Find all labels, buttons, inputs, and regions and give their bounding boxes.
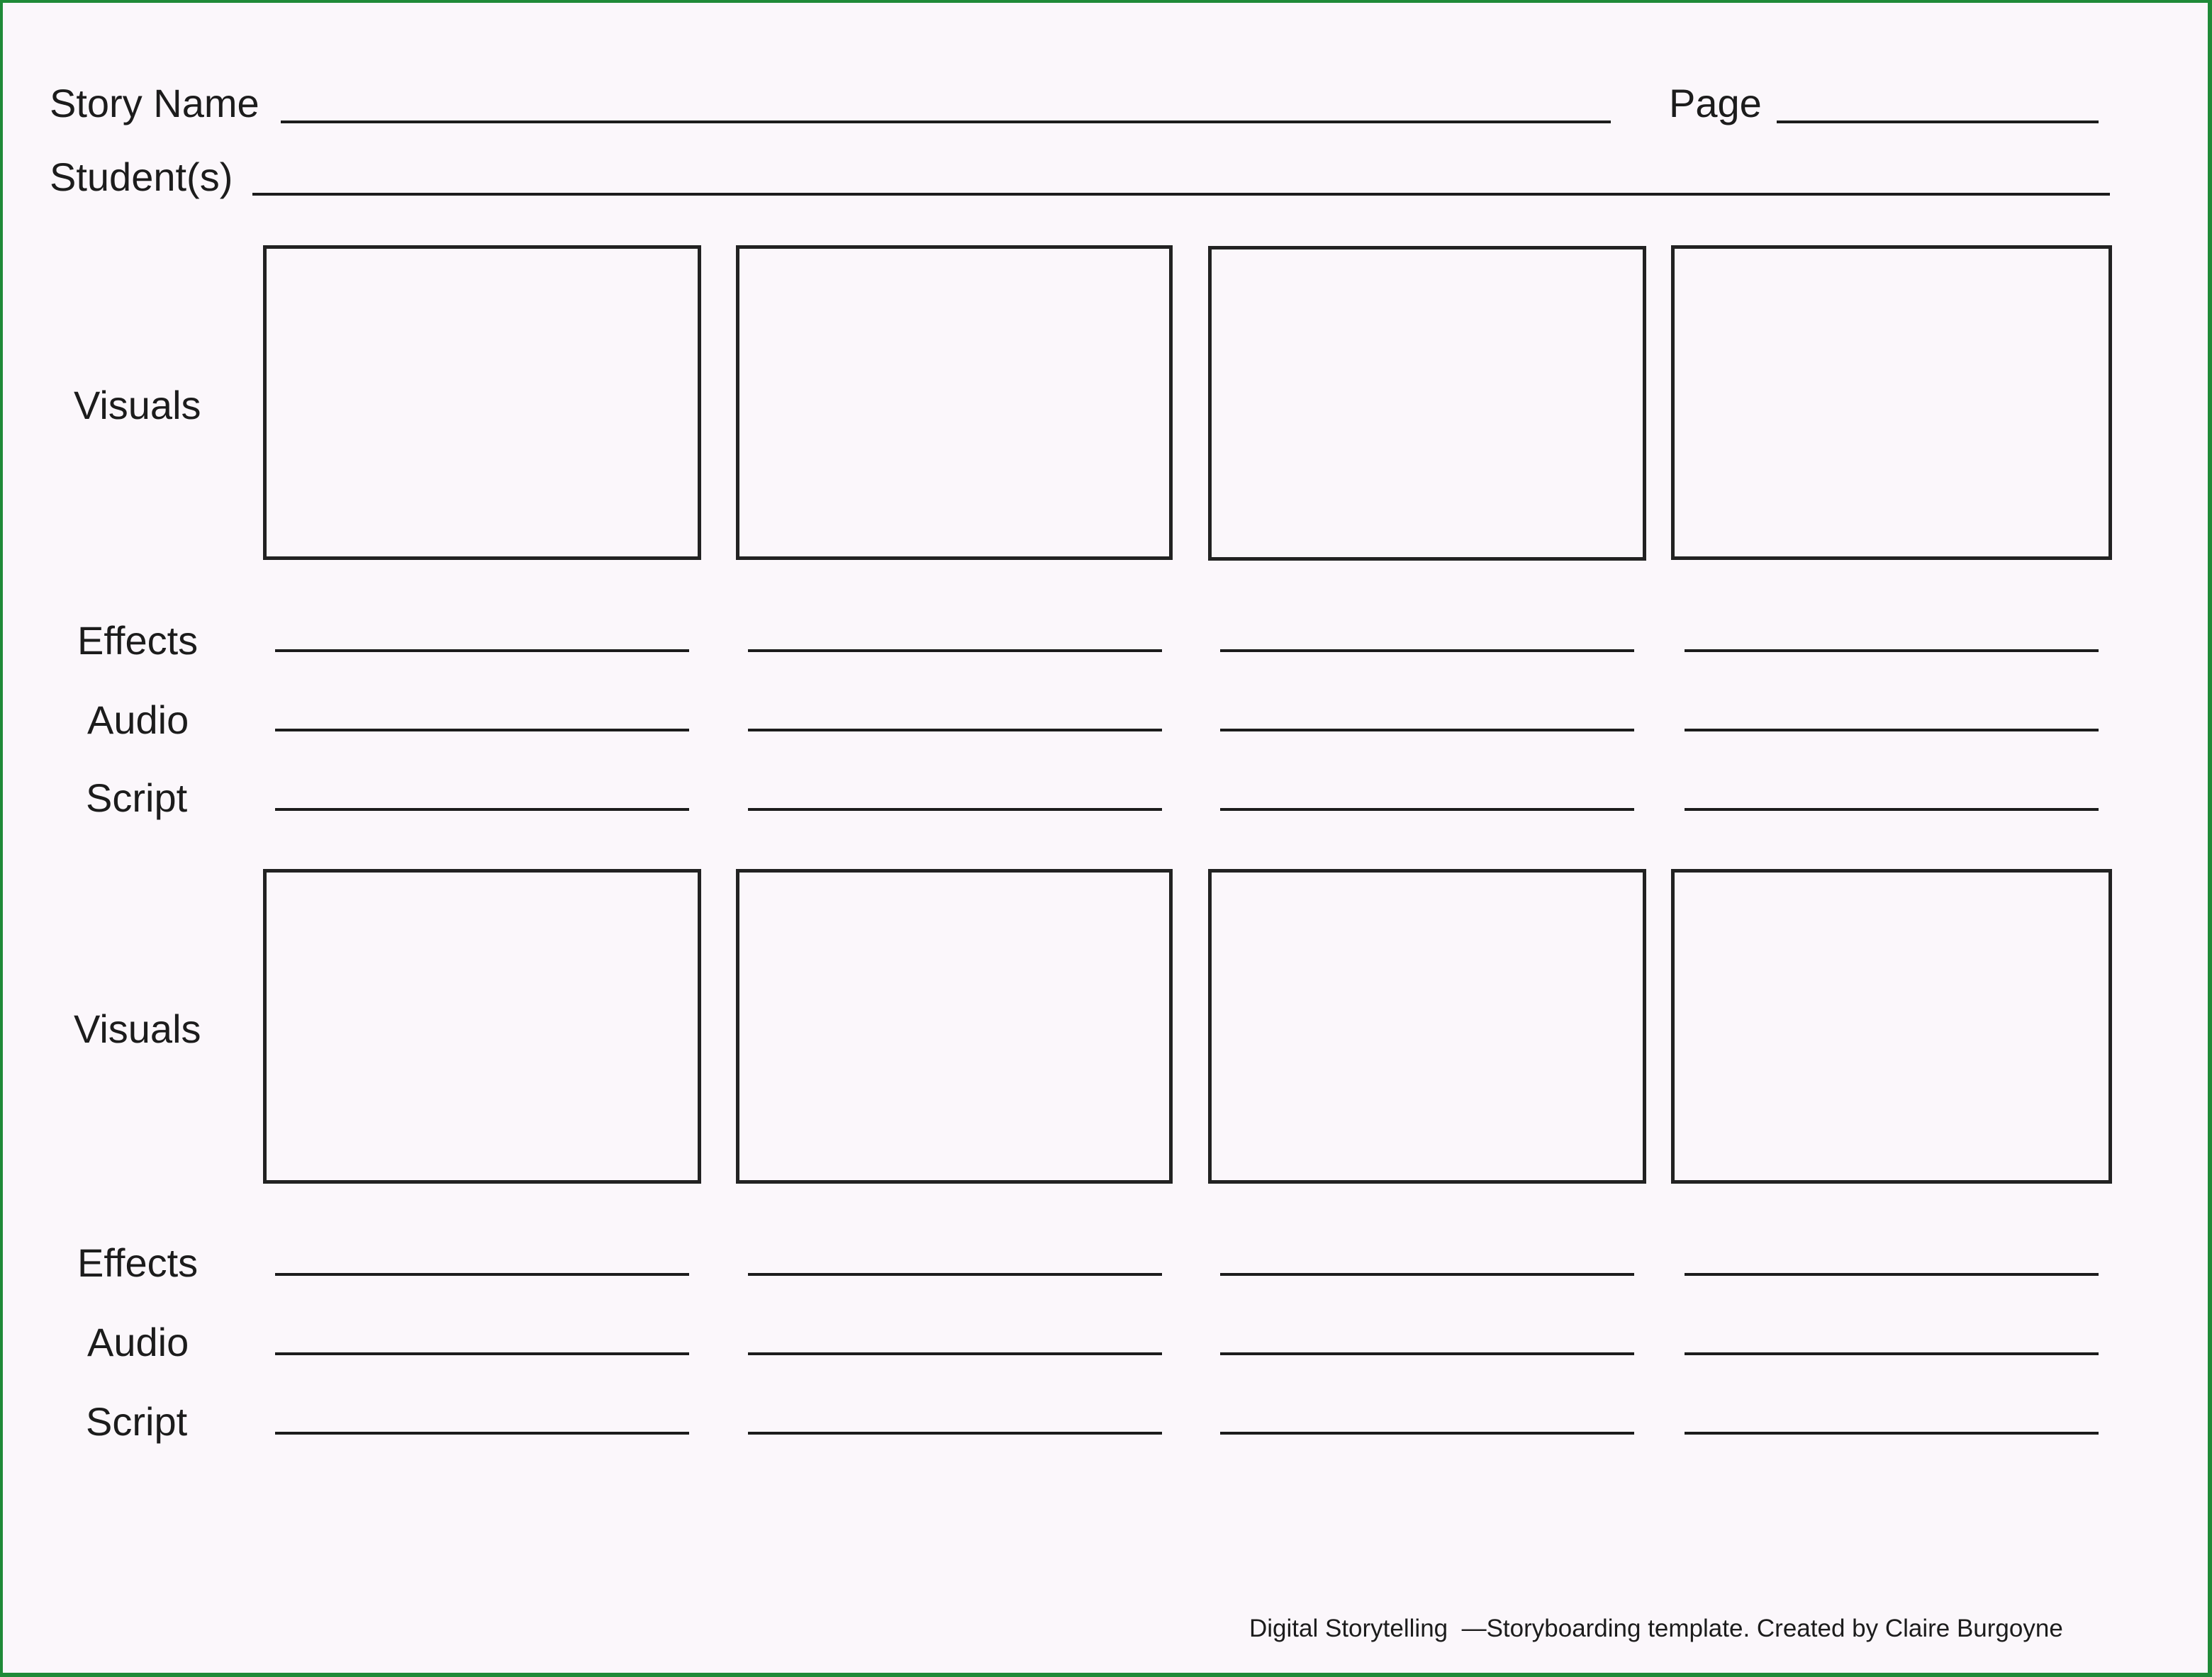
effects-field-1[interactable] bbox=[275, 649, 689, 652]
effects-field-2[interactable] bbox=[748, 649, 1162, 652]
script-label: Script bbox=[86, 775, 188, 820]
audio-label: Audio bbox=[87, 697, 189, 742]
script-field-1[interactable] bbox=[275, 808, 689, 811]
audio-field-6[interactable] bbox=[748, 1352, 1162, 1355]
audio-field-1[interactable] bbox=[275, 729, 689, 731]
effects-field-5[interactable] bbox=[275, 1273, 689, 1276]
script-field-8[interactable] bbox=[1685, 1432, 2099, 1435]
visuals-label: Visuals bbox=[74, 383, 201, 427]
effects-field-4[interactable] bbox=[1685, 649, 2099, 652]
effects-field-6[interactable] bbox=[748, 1273, 1162, 1276]
audio-field-2[interactable] bbox=[748, 729, 1162, 731]
effects-field-7[interactable] bbox=[1220, 1273, 1634, 1276]
audio-field-4[interactable] bbox=[1685, 729, 2099, 731]
story-name-field[interactable] bbox=[281, 120, 1611, 123]
visual-panel-4[interactable] bbox=[1671, 245, 2112, 560]
story-name-label: Story Name bbox=[50, 81, 259, 125]
script-field-7[interactable] bbox=[1220, 1432, 1634, 1435]
visual-panel-1[interactable] bbox=[263, 245, 701, 560]
audio-field-5[interactable] bbox=[275, 1352, 689, 1355]
page-number-field[interactable] bbox=[1777, 120, 2099, 123]
script-field-4[interactable] bbox=[1685, 808, 2099, 811]
visual-panel-2[interactable] bbox=[736, 245, 1173, 560]
effects-field-3[interactable] bbox=[1220, 649, 1634, 652]
effects-label: Effects bbox=[77, 618, 199, 663]
students-field[interactable] bbox=[252, 193, 2110, 196]
script-label: Script bbox=[86, 1399, 188, 1444]
audio-label: Audio bbox=[87, 1320, 189, 1364]
visual-panel-8[interactable] bbox=[1671, 869, 2112, 1184]
visual-panel-3[interactable] bbox=[1208, 246, 1646, 561]
visual-panel-6[interactable] bbox=[736, 869, 1173, 1184]
effects-field-8[interactable] bbox=[1685, 1273, 2099, 1276]
page-label: Page bbox=[1669, 81, 1762, 125]
visual-panel-7[interactable] bbox=[1208, 869, 1646, 1184]
audio-field-3[interactable] bbox=[1220, 729, 1634, 731]
audio-field-8[interactable] bbox=[1685, 1352, 2099, 1355]
script-field-2[interactable] bbox=[748, 808, 1162, 811]
visual-panel-5[interactable] bbox=[263, 869, 701, 1184]
effects-label: Effects bbox=[77, 1240, 199, 1285]
script-field-3[interactable] bbox=[1220, 808, 1634, 811]
audio-field-7[interactable] bbox=[1220, 1352, 1634, 1355]
script-field-6[interactable] bbox=[748, 1432, 1162, 1435]
students-label: Student(s) bbox=[50, 155, 233, 199]
visuals-label: Visuals bbox=[74, 1006, 201, 1051]
script-field-5[interactable] bbox=[275, 1432, 689, 1435]
footer-credit: Digital Storytelling —Storyboarding temp… bbox=[1249, 1615, 2063, 1642]
